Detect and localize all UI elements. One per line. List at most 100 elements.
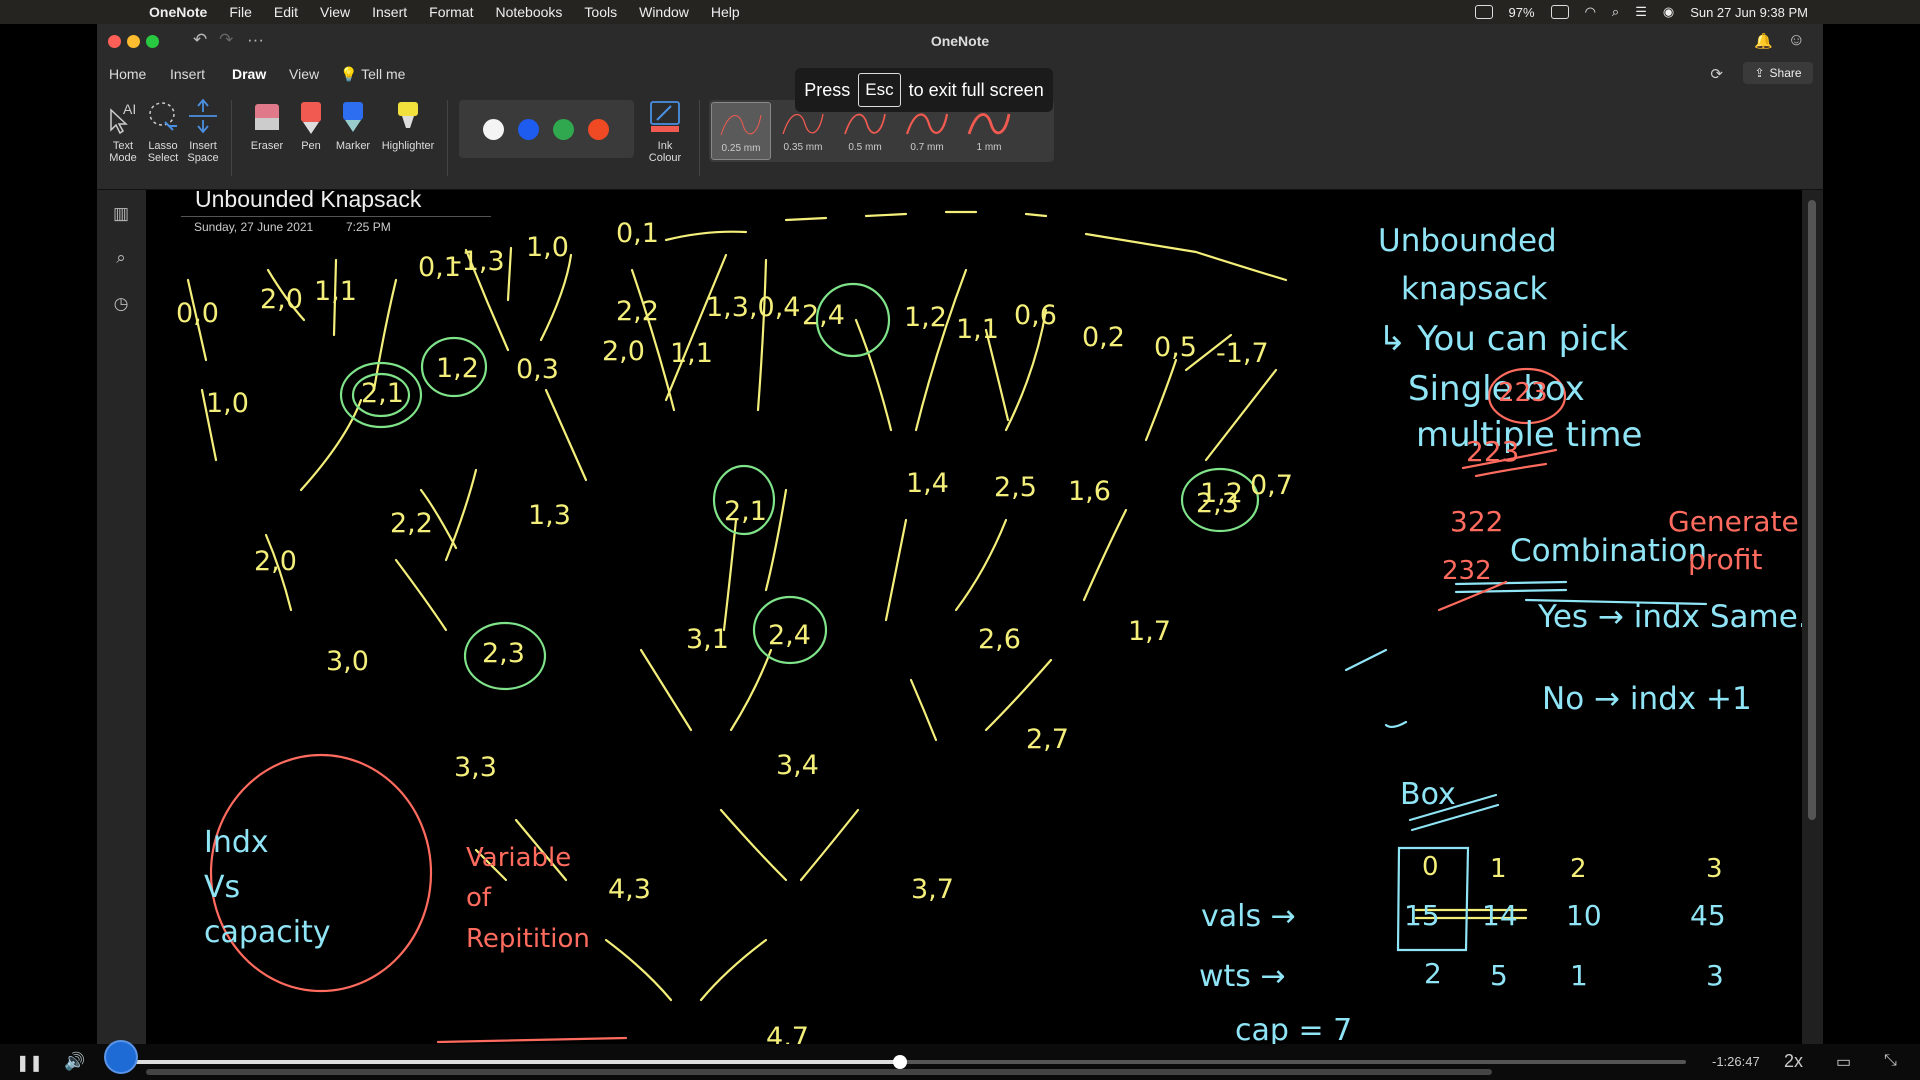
tab-home[interactable]: Home <box>109 66 146 82</box>
ink-val-3: 45 <box>1690 899 1726 932</box>
exit-fullscreen-hint: Press Esc to exit full screen <box>795 68 1053 112</box>
menu-window[interactable]: Window <box>639 4 689 20</box>
menu-tools[interactable]: Tools <box>584 4 617 20</box>
pen-colors-panel <box>459 100 634 158</box>
menu-file[interactable]: File <box>229 4 252 20</box>
volume-icon[interactable]: 🔊 <box>64 1052 85 1072</box>
highlighter-button[interactable]: Highlighter <box>377 96 439 152</box>
vertical-scroll-thumb[interactable] <box>1808 200 1816 820</box>
pen-button[interactable]: Pen <box>293 96 329 152</box>
page-title-underline <box>181 216 491 217</box>
tree-node: 1,2 <box>436 353 479 384</box>
exit-fullscreen-icon[interactable]: ⤡ <box>1884 1052 1897 1070</box>
menu-notebooks[interactable]: Notebooks <box>495 4 562 20</box>
tree-node: 1,2 <box>904 302 947 333</box>
notifications-bell-icon[interactable]: 🔔 <box>1754 32 1773 50</box>
highlighter-label: Highlighter <box>381 140 435 152</box>
sync-icon[interactable]: ⟳ <box>1710 65 1723 83</box>
spotlight-search-icon[interactable]: ⌕ <box>1612 4 1619 20</box>
insert-space-label: Insert Space <box>187 140 219 164</box>
menu-insert[interactable]: Insert <box>372 4 407 20</box>
video-progress-track[interactable] <box>114 1055 1686 1069</box>
control-center-icon[interactable]: ☰ <box>1635 4 1647 20</box>
ink-red-223: 223 <box>1466 435 1520 468</box>
thickness-label: 0.5 mm <box>848 142 882 153</box>
tree-node: 4,7 <box>766 1022 809 1044</box>
tab-insert[interactable]: Insert <box>170 66 205 82</box>
tree-node: 1,7 <box>1128 616 1171 647</box>
menu-view[interactable]: View <box>320 4 350 20</box>
color-swatch-red[interactable] <box>588 119 609 140</box>
text-input-icon[interactable] <box>1474 5 1493 19</box>
page-time: 7:25 PM <box>346 220 391 234</box>
ink-note-can-pick-text: You can pick <box>1417 319 1629 359</box>
feedback-smiley-icon[interactable]: ☺ <box>1788 30 1805 50</box>
ink-val-1: 14 <box>1482 899 1518 932</box>
notebooks-icon[interactable]: ▥ <box>109 204 133 228</box>
ink-red-232: 232 <box>1442 556 1492 586</box>
tree-node: 2,6 <box>978 624 1021 655</box>
tree-node: 1,4 <box>906 468 949 499</box>
tab-draw[interactable]: Draw <box>232 66 267 90</box>
ink-red-322: 322 <box>1450 505 1504 538</box>
tree-node: 1,1 <box>956 314 999 345</box>
thickness-option-0-25mm[interactable]: 0.25 mm <box>711 102 771 160</box>
letterbox-right <box>1823 24 1920 1044</box>
battery-icon[interactable] <box>1550 5 1569 19</box>
ink-combination: Combination <box>1510 533 1708 569</box>
ink-variable-of-repitition: Variable of Repitition <box>466 843 590 954</box>
blue-strokes <box>1344 580 1708 952</box>
tree-node: 0,5 <box>1154 332 1197 363</box>
recent-notes-icon[interactable]: ◷ <box>109 294 133 318</box>
insert-space-button[interactable]: Insert Space <box>185 96 221 164</box>
menu-format[interactable]: Format <box>429 4 473 20</box>
ink-colour-button[interactable]: Ink Colour <box>639 96 691 164</box>
text-mode-button[interactable]: AI Text Mode <box>105 96 141 164</box>
note-canvas[interactable]: Unbounded knapsack ↳ You can pick Single… <box>146 190 1802 1044</box>
tree-node: 0,7 <box>1250 470 1293 501</box>
menu-edit[interactable]: Edit <box>274 4 298 20</box>
picture-in-picture-icon[interactable]: ▭ <box>1836 1052 1851 1072</box>
color-swatch-white[interactable] <box>483 119 504 140</box>
tab-view[interactable]: View <box>289 66 319 82</box>
siri-icon[interactable]: ◉ <box>1663 4 1674 20</box>
tree-node: 3,1 <box>686 624 729 655</box>
share-button[interactable]: ⇪ Share <box>1743 62 1813 84</box>
page-title[interactable]: Unbounded Knapsack <box>195 186 495 213</box>
menu-help[interactable]: Help <box>711 4 740 20</box>
tree-node: 3,0 <box>326 646 369 677</box>
search-icon[interactable]: ⌕ <box>109 248 133 272</box>
horizontal-scrollbar[interactable] <box>146 1069 1492 1075</box>
tree-node: 0,3 <box>516 354 559 385</box>
tree-node: 2,0 <box>602 336 645 367</box>
tree-node: 2,5 <box>994 472 1037 503</box>
marker-button[interactable]: Marker <box>331 96 375 152</box>
pause-icon[interactable]: ❚❚ <box>16 1053 43 1073</box>
thickness-label: 0.35 mm <box>783 142 823 153</box>
scrubber-handle[interactable] <box>104 1040 138 1074</box>
eraser-button[interactable]: Eraser <box>243 96 291 152</box>
menubar-clock[interactable]: Sun 27 Jun 9:38 PM <box>1690 5 1808 20</box>
tell-me-search[interactable]: 💡 Tell me <box>340 66 405 83</box>
color-swatch-green[interactable] <box>553 119 574 140</box>
color-swatch-blue[interactable] <box>518 119 539 140</box>
ink-yes-rule: Yes → indx Same. <box>1538 599 1802 635</box>
tree-node: 2,3 <box>482 638 525 669</box>
lightbulb-icon: 💡 <box>340 66 358 82</box>
lasso-select-button[interactable]: Lasso Select <box>145 96 181 164</box>
thickness-label: 1 mm <box>976 142 1002 153</box>
pen-icon <box>293 96 329 136</box>
tree-node: 3,3 <box>454 752 497 783</box>
tree-node: 0,0 <box>176 298 219 329</box>
video-progress-knob[interactable] <box>893 1055 907 1069</box>
wifi-icon[interactable]: ◠ <box>1585 4 1596 20</box>
status-area: 97% ◠ ⌕ ☰ ◉ Sun 27 Jun 9:38 PM <box>1474 0 1808 24</box>
tree-node: 2,0 <box>254 546 297 577</box>
lasso-select-label: Lasso Select <box>147 140 179 164</box>
tree-node: 1,2 <box>1200 478 1243 509</box>
tree-node: 2,2 <box>616 296 659 327</box>
menu-app-name[interactable]: OneNote <box>149 4 207 20</box>
vertical-scrollbar[interactable] <box>1802 190 1823 1044</box>
playback-speed[interactable]: 2x <box>1784 1051 1803 1072</box>
page-date: Sunday, 27 June 2021 <box>194 220 314 234</box>
